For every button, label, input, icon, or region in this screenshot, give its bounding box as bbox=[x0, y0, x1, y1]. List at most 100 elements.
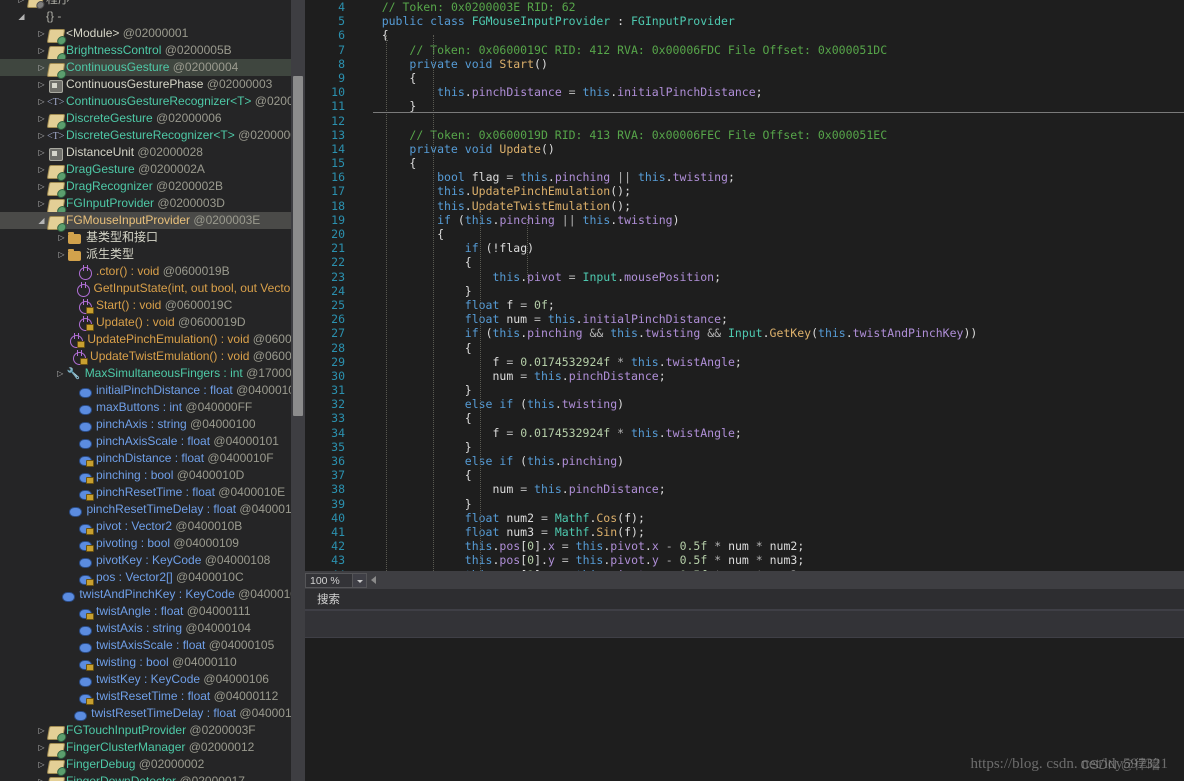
tree-node[interactable]: twistAngle : float @04000111 bbox=[0, 603, 305, 620]
tree-node[interactable]: ▷ DistanceUnit @02000028 bbox=[0, 144, 305, 161]
tree-expander-icon[interactable]: ◢ bbox=[16, 8, 27, 25]
zoom-level-value[interactable]: 100 % bbox=[305, 573, 353, 588]
code-line[interactable]: 10 this.pinchDistance = this.initialPinc… bbox=[305, 85, 1184, 99]
tree-node[interactable]: ▷ 🔧 MaxSimultaneousFingers : int @1700005 bbox=[0, 365, 305, 382]
tree-node[interactable]: ▷ FingerDownDetector @02000017 bbox=[0, 773, 305, 781]
code-line[interactable]: 19 if (this.pinching || this.twisting) bbox=[305, 213, 1184, 227]
code-line[interactable]: 9 { bbox=[305, 71, 1184, 85]
code-editor[interactable]: 4 // Token: 0x0200003E RID: 62 5 public c… bbox=[305, 0, 1184, 571]
code-line[interactable]: 33 { bbox=[305, 411, 1184, 425]
tree-node[interactable]: pivot : Vector2 @0400010B bbox=[0, 518, 305, 535]
tree-node[interactable]: ◢ FGMouseInputProvider @0200003E bbox=[0, 212, 305, 230]
code-line[interactable]: 12 bbox=[305, 114, 1184, 128]
tree-expander-icon[interactable]: ▷ bbox=[36, 756, 47, 773]
code-line[interactable]: 15 { bbox=[305, 156, 1184, 170]
scroll-left-arrow-icon[interactable] bbox=[371, 576, 376, 584]
tree-node[interactable]: ▷ <Module> @02000001 bbox=[0, 25, 305, 43]
code-line[interactable]: 37 { bbox=[305, 468, 1184, 482]
tree-expander-icon[interactable]: ▷ bbox=[36, 110, 47, 127]
code-line[interactable]: 5 public class FGMouseInputProvider : FG… bbox=[305, 14, 1184, 28]
tree-node[interactable]: pinchDistance : float @0400010F bbox=[0, 450, 305, 467]
code-line[interactable]: 23 this.pivot = Input.mousePosition; bbox=[305, 270, 1184, 284]
tree-node[interactable]: ▷ ContinuousGesture @02000004 bbox=[0, 59, 305, 77]
code-line[interactable]: 6 { bbox=[305, 28, 1184, 42]
code-line[interactable]: 25 float f = 0f; bbox=[305, 298, 1184, 312]
code-line[interactable]: 38 num = this.pinchDistance; bbox=[305, 482, 1184, 496]
code-line[interactable]: 39 } bbox=[305, 497, 1184, 511]
tree-node[interactable]: ▷ FingerClusterManager @02000012 bbox=[0, 739, 305, 757]
chevron-down-icon[interactable] bbox=[353, 573, 367, 588]
tree-node[interactable]: Start() : void @0600019C bbox=[0, 297, 305, 314]
code-line[interactable]: 30 num = this.pinchDistance; bbox=[305, 369, 1184, 383]
tree-node[interactable]: twistKey : KeyCode @04000106 bbox=[0, 671, 305, 688]
code-line[interactable]: 27 if (this.pinching && this.twisting &&… bbox=[305, 326, 1184, 340]
tree-node[interactable]: ▷ DiscreteGesture @02000006 bbox=[0, 110, 305, 128]
code-line[interactable]: 28 { bbox=[305, 341, 1184, 355]
code-line[interactable]: 8 private void Start() bbox=[305, 57, 1184, 71]
tree-node[interactable]: maxButtons : int @040000FF bbox=[0, 399, 305, 416]
tree-expander-icon[interactable]: ▷ bbox=[36, 722, 47, 739]
tree-expander-icon[interactable]: ▷ bbox=[36, 195, 47, 212]
tree-node[interactable]: twistAxis : string @04000104 bbox=[0, 620, 305, 637]
code-line[interactable]: 13 // Token: 0x0600019D RID: 413 RVA: 0x… bbox=[305, 128, 1184, 142]
tree-scrollbar-thumb[interactable] bbox=[293, 76, 303, 416]
tree-expander-icon[interactable]: ▷ bbox=[55, 365, 66, 382]
code-line[interactable]: 20 { bbox=[305, 227, 1184, 241]
tree-node[interactable]: pinchResetTimeDelay : float @04000102 bbox=[0, 501, 305, 518]
tree-node[interactable]: initialPinchDistance : float @04000103 bbox=[0, 382, 305, 399]
code-line[interactable]: 31 } bbox=[305, 383, 1184, 397]
code-line[interactable]: 7 // Token: 0x0600019C RID: 412 RVA: 0x0… bbox=[305, 43, 1184, 57]
tree-expander-icon[interactable]: ◢ bbox=[36, 212, 47, 229]
tree-node[interactable]: ▷ DragGesture @0200002A bbox=[0, 161, 305, 179]
tree-node[interactable]: ▷ 程序 bbox=[0, 0, 305, 8]
tree-node[interactable]: twisting : bool @04000110 bbox=[0, 654, 305, 671]
tree-node[interactable]: pinchResetTime : float @0400010E bbox=[0, 484, 305, 501]
tree-node[interactable]: ▷ 派生类型 bbox=[0, 246, 305, 263]
tree-node[interactable]: UpdateTwistEmulation() : void @060001 bbox=[0, 348, 305, 365]
tree-node[interactable]: pivotKey : KeyCode @04000108 bbox=[0, 552, 305, 569]
code-line[interactable]: 22 { bbox=[305, 255, 1184, 269]
code-line[interactable]: 4 // Token: 0x0200003E RID: 62 bbox=[305, 0, 1184, 14]
tree-node[interactable]: ▷ DragRecognizer @0200002B bbox=[0, 178, 305, 196]
tree-node[interactable]: ◢ {} - bbox=[0, 8, 305, 25]
code-line[interactable]: 17 this.UpdatePinchEmulation(); bbox=[305, 184, 1184, 198]
code-line[interactable]: 42 this.pos[0].x = this.pivot.x - 0.5f *… bbox=[305, 539, 1184, 553]
tree-node[interactable]: pinchAxisScale : float @04000101 bbox=[0, 433, 305, 450]
tree-node[interactable]: pos : Vector2[] @0400010C bbox=[0, 569, 305, 586]
tree-expander-icon[interactable]: ▷ bbox=[56, 246, 67, 263]
tree-node[interactable]: Update() : void @0600019D bbox=[0, 314, 305, 331]
tree-expander-icon[interactable]: ▷ bbox=[36, 773, 47, 781]
tree-expander-icon[interactable]: ▷ bbox=[36, 127, 47, 144]
tree-node[interactable]: ▷ BrightnessControl @0200005B bbox=[0, 42, 305, 60]
tree-node[interactable]: GetInputState(int, out bool, out Vector2… bbox=[0, 280, 305, 297]
code-line[interactable]: 16 bool flag = this.pinching || this.twi… bbox=[305, 170, 1184, 184]
tree-node[interactable]: twistResetTimeDelay : float @04000107 bbox=[0, 705, 305, 722]
tree-expander-icon[interactable]: ▷ bbox=[36, 144, 47, 161]
tree-node[interactable]: ▷ ContinuousGesturePhase @02000003 bbox=[0, 76, 305, 93]
code-line[interactable]: 21 if (!flag) bbox=[305, 241, 1184, 255]
tree-node[interactable]: twistAndPinchKey : KeyCode @0400010A bbox=[0, 586, 305, 603]
tree-node[interactable]: ▷ FingerDebug @02000002 bbox=[0, 756, 305, 774]
code-line[interactable]: 24 } bbox=[305, 284, 1184, 298]
tree-node[interactable]: ▷ <T> DiscreteGestureRecognizer<T> @020000… bbox=[0, 127, 305, 144]
code-line[interactable]: 32 else if (this.twisting) bbox=[305, 397, 1184, 411]
code-line[interactable]: 40 float num2 = Mathf.Cos(f); bbox=[305, 511, 1184, 525]
code-line[interactable]: 29 f = 0.0174532924f * this.twistAngle; bbox=[305, 355, 1184, 369]
tree-node[interactable]: pivoting : bool @04000109 bbox=[0, 535, 305, 552]
code-line[interactable]: 14 private void Update() bbox=[305, 142, 1184, 156]
code-line[interactable]: 26 float num = this.initialPinchDistance… bbox=[305, 312, 1184, 326]
tree-expander-icon[interactable]: ▷ bbox=[16, 0, 27, 8]
tree-node[interactable]: pinchAxis : string @04000100 bbox=[0, 416, 305, 433]
editor-horizontal-scrollbar[interactable] bbox=[369, 573, 1184, 588]
tree-scrollbar-track[interactable] bbox=[291, 0, 305, 781]
tree-expander-icon[interactable]: ▷ bbox=[36, 93, 47, 110]
tree-expander-icon[interactable]: ▷ bbox=[36, 76, 47, 93]
search-results-strip[interactable] bbox=[305, 610, 1184, 638]
tree-expander-icon[interactable]: ▷ bbox=[56, 229, 67, 246]
tree-expander-icon[interactable]: ▷ bbox=[36, 739, 47, 756]
code-line[interactable]: 41 float num3 = Mathf.Sin(f); bbox=[305, 525, 1184, 539]
code-line[interactable]: 36 else if (this.pinching) bbox=[305, 454, 1184, 468]
tree-expander-icon[interactable]: ▷ bbox=[36, 42, 47, 59]
code-line[interactable]: 18 this.UpdateTwistEmulation(); bbox=[305, 199, 1184, 213]
tree-node[interactable]: twistResetTime : float @04000112 bbox=[0, 688, 305, 705]
